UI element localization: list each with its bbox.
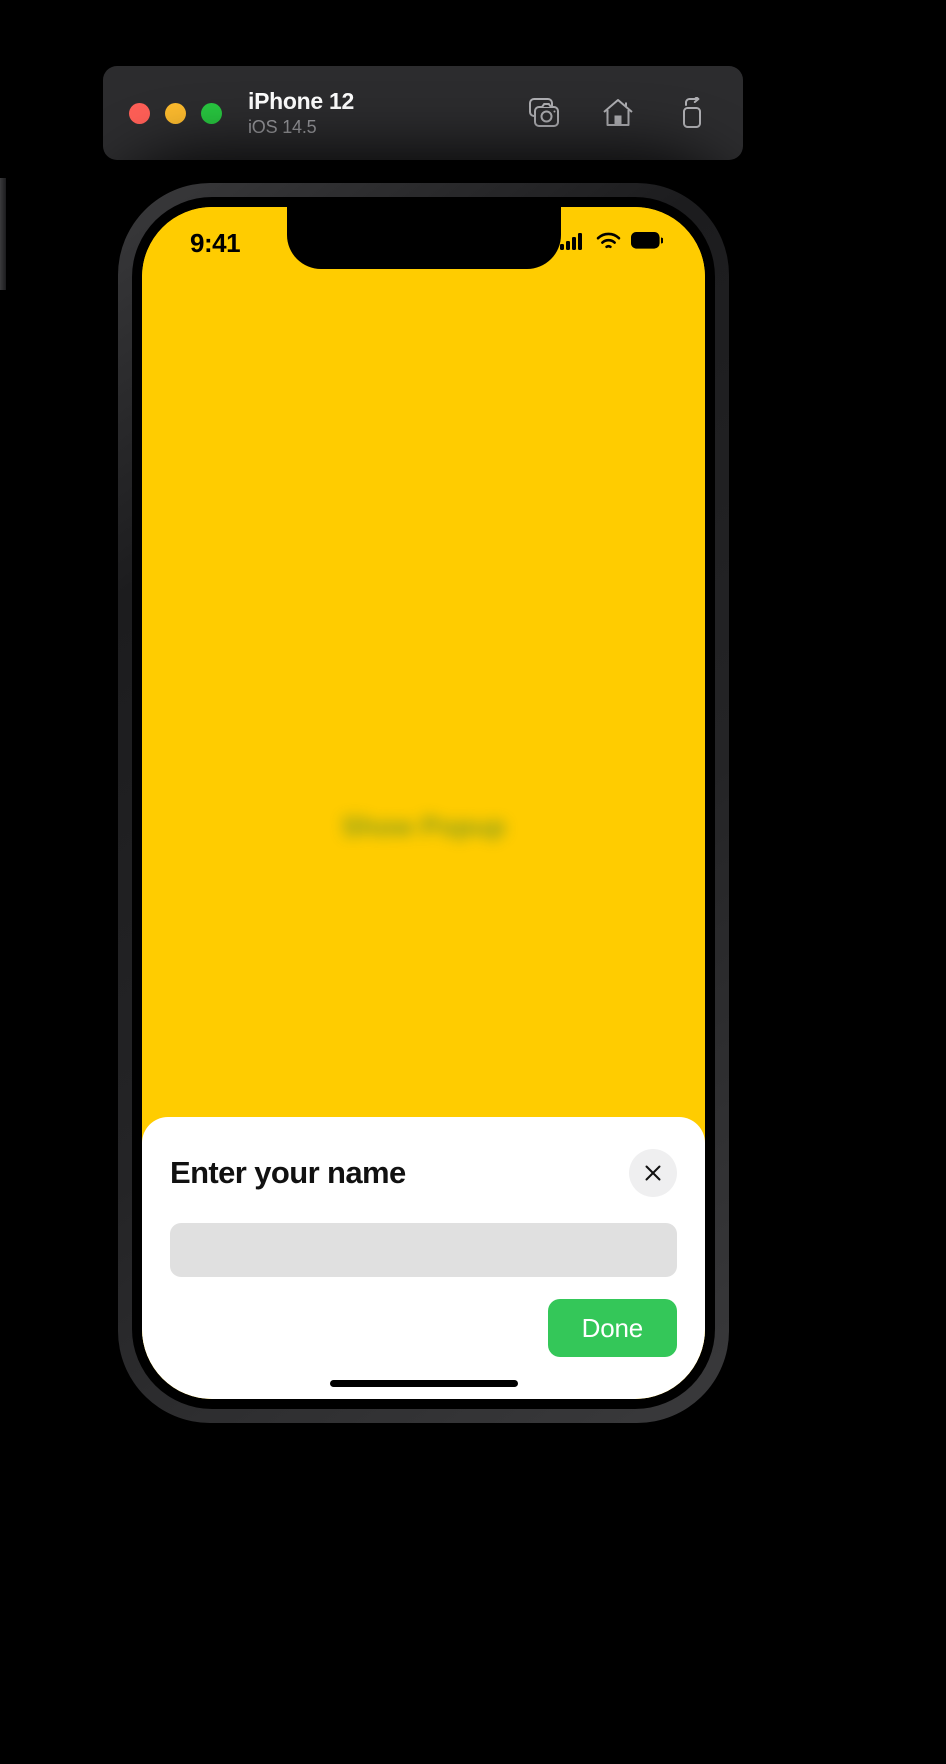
battery-icon [631, 232, 664, 254]
status-bar: 9:41 [142, 207, 705, 269]
sheet-footer: Done [170, 1299, 677, 1357]
sheet-title: Enter your name [170, 1155, 406, 1190]
minimize-window-button[interactable] [165, 102, 186, 124]
bottom-sheet: Enter your name Done [142, 1117, 705, 1399]
window-controls [129, 102, 222, 124]
device-info: iPhone 12 iOS 14.5 [248, 88, 354, 137]
status-icons [560, 232, 664, 255]
cellular-signal-icon [560, 232, 586, 255]
device-name: iPhone 12 [248, 88, 354, 115]
wifi-icon [596, 232, 621, 255]
power-button[interactable] [0, 178, 6, 290]
close-icon[interactable] [629, 1149, 677, 1197]
home-icon[interactable] [599, 94, 637, 132]
show-popup-button[interactable]: Show Popup [342, 811, 505, 842]
screenshot-root: iPhone 12 iOS 14.5 9:41 Show Popup Enter… [0, 0, 946, 1764]
rotate-icon[interactable] [673, 94, 711, 132]
home-indicator[interactable] [329, 1380, 518, 1387]
close-window-button[interactable] [129, 102, 150, 124]
device-os-version: iOS 14.5 [248, 116, 317, 137]
status-time: 9:41 [190, 227, 241, 258]
phone-screen: 9:41 Show Popup Enter your name Done [142, 207, 705, 1399]
phone-frame: 9:41 Show Popup Enter your name Done [118, 183, 729, 1423]
done-button[interactable]: Done [547, 1299, 677, 1357]
volume-up-button[interactable] [0, 38, 6, 108]
simulator-toolbar: iPhone 12 iOS 14.5 [103, 66, 743, 160]
screenshot-icon[interactable] [525, 94, 563, 132]
volume-down-button[interactable] [0, 108, 6, 178]
zoom-window-button[interactable] [201, 102, 222, 124]
silent-switch[interactable] [0, 0, 6, 38]
phone-bezel: 9:41 Show Popup Enter your name Done [132, 197, 715, 1409]
name-input[interactable] [170, 1223, 677, 1277]
toolbar-actions [525, 94, 717, 132]
sheet-header: Enter your name [170, 1149, 677, 1197]
